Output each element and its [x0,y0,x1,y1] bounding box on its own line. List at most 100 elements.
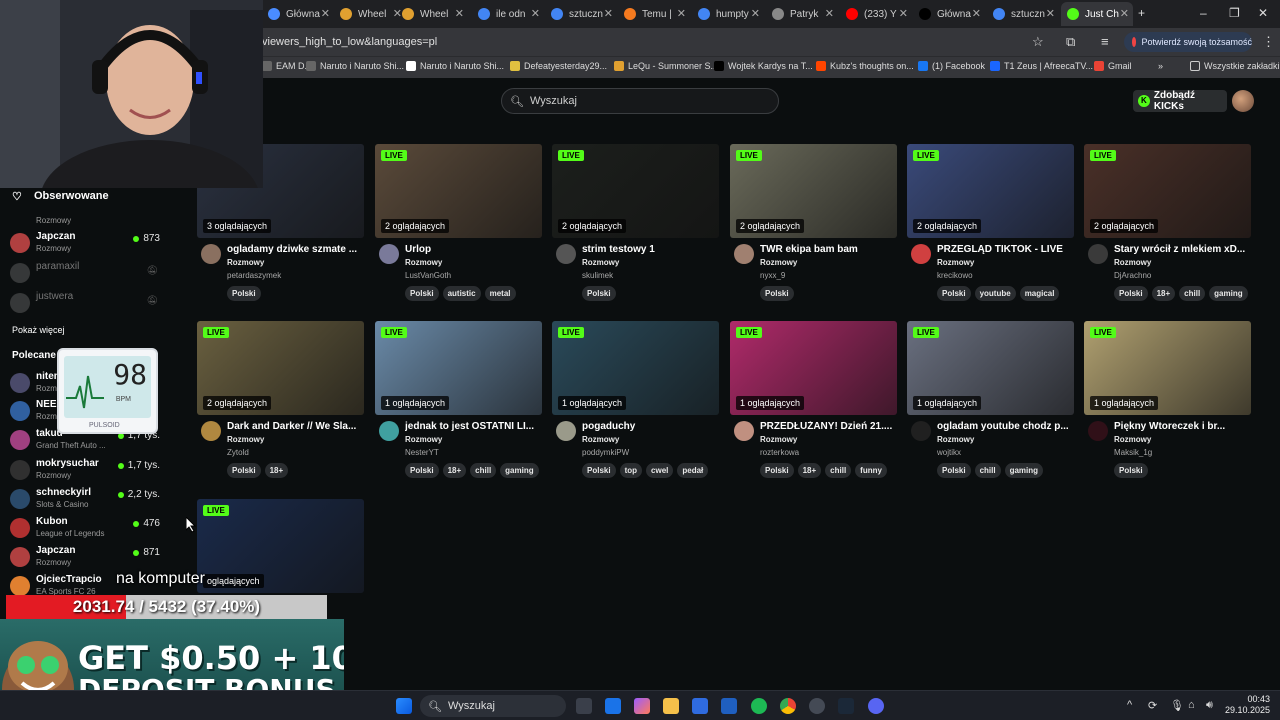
spotify-icon[interactable] [751,698,767,714]
store-icon[interactable] [692,698,708,714]
show-more-link[interactable]: Pokaż więcej [12,325,65,335]
chrome-icon[interactable] [780,698,796,714]
stream-thumbnail[interactable]: LIVE 2 oglądających [1084,144,1251,238]
browser-tab[interactable]: humpty ✕ [692,2,764,26]
stream-tag[interactable]: Polski [582,463,616,478]
stream-title[interactable]: ogladamy dziwke szmate ... [227,244,364,255]
recommended-channel-item[interactable]: Kubon League of Legends 476 [10,515,160,543]
media-icon[interactable]: ≡ [1101,34,1109,49]
close-tab-icon[interactable]: ✕ [321,7,330,20]
minimize-icon[interactable]: – [1200,6,1207,20]
stream-tag[interactable]: Polski [582,286,616,301]
streamer-avatar[interactable] [379,244,399,264]
stream-tag[interactable]: chill [470,463,497,478]
followed-channel-item[interactable]: paramaxil 🔕︎ [10,260,160,288]
streamer-avatar[interactable] [556,421,576,441]
stream-category[interactable]: Rozmowy [582,258,619,267]
steam-icon[interactable] [838,698,854,714]
stream-title[interactable]: pogaduchy [582,421,719,432]
close-window-icon[interactable]: ✕ [1258,6,1268,20]
close-tab-icon[interactable]: ✕ [899,7,908,20]
bookmark-item[interactable]: EAM D... [262,61,312,71]
streamer-avatar[interactable] [556,244,576,264]
bookmark-star-icon[interactable]: ☆ [1032,34,1044,50]
stream-thumbnail[interactable]: LIVE 1 oglądających [1084,321,1251,415]
stream-category[interactable]: Rozmowy [1114,435,1151,444]
stream-category[interactable]: Rozmowy [1114,258,1151,267]
stream-thumbnail[interactable]: LIVE 2 oglądających [730,144,897,238]
copilot-icon[interactable] [634,698,650,714]
bookmark-item[interactable]: LeQu - Summoner S... [614,61,718,71]
stream-thumbnail[interactable]: LIVE 2 oglądających [552,144,719,238]
stream-category[interactable]: Rozmowy [227,258,264,267]
bookmark-item[interactable]: T1 Zeus | AfreecaTV... [990,61,1093,71]
streamer-name[interactable]: Maksik_1g [1114,448,1152,457]
outlook-icon[interactable] [605,698,621,714]
streamer-avatar[interactable] [911,244,931,264]
bookmark-item[interactable]: Defeatyesterday29... [510,61,607,71]
streamer-avatar[interactable] [201,244,221,264]
streamer-name[interactable]: Zytold [227,448,249,457]
stream-category[interactable]: Rozmowy [582,435,619,444]
streamer-avatar[interactable] [734,244,754,264]
system-clock[interactable]: 00:43 29.10.2025 [1225,694,1270,716]
stream-tag[interactable]: Polski [760,463,794,478]
extensions-icon[interactable]: ⧉ [1066,34,1075,50]
verify-identity-button[interactable]: Potwierdź swoją tożsamość [1124,32,1252,52]
user-avatar[interactable] [1232,90,1254,112]
browser-tab[interactable]: Patryk ✕ [766,2,838,26]
streamer-name[interactable]: skulimek [582,271,613,280]
stream-tag[interactable]: metal [484,286,516,301]
stream-tag[interactable]: gaming [500,463,539,478]
bookmark-item[interactable]: Kubz's thoughts on... [816,61,914,71]
streamer-avatar[interactable] [1088,244,1108,264]
task-view-icon[interactable] [576,698,592,714]
browser-tab[interactable]: Just Ch ✕ [1061,2,1133,26]
bookmark-item[interactable]: Wojtek Kardys na T... [714,61,813,71]
close-tab-icon[interactable]: ✕ [677,7,686,20]
browser-tab[interactable]: Główna ✕ [262,2,334,26]
obs-icon[interactable] [809,698,825,714]
bookmark-item[interactable]: (1) Facebook [918,61,985,71]
network-icon[interactable]: ⌂ [1188,699,1195,711]
close-tab-icon[interactable]: ✕ [1046,7,1055,20]
browser-tab[interactable]: ile odn ✕ [472,2,544,26]
stream-tag[interactable]: Polski [405,286,439,301]
stream-tag[interactable]: youtube [974,286,1016,301]
recommended-channel-item[interactable]: mokrysuchar Rozmowy 1,7 tys. [10,457,160,485]
browser-tab[interactable]: sztuczn ✕ [545,2,617,26]
stream-tag[interactable]: 18+ [264,463,289,478]
stream-tag[interactable]: chill [1179,286,1206,301]
sync-icon[interactable]: ⟳ [1148,699,1157,712]
streamer-name[interactable]: DjArachno [1114,271,1151,280]
stream-tag[interactable]: top [619,463,643,478]
taskbar-search[interactable]: 🔍︎ Wyszukaj [420,695,566,717]
stream-tag[interactable]: 18+ [1151,286,1176,301]
stream-tag[interactable]: Polski [760,286,794,301]
streamer-avatar[interactable] [734,421,754,441]
stream-tag[interactable]: Polski [227,463,261,478]
tray-overflow-icon[interactable]: ^ [1127,699,1132,711]
close-tab-icon[interactable]: ✕ [531,7,540,20]
browser-tab[interactable]: sztuczn ✕ [987,2,1059,26]
stream-tag[interactable]: funny [855,463,887,478]
all-bookmarks-link[interactable]: Wszystkie zakładki [1190,61,1280,71]
recommended-channel-item[interactable]: Japczan Rozmowy 871 [10,544,160,572]
streamer-name[interactable]: poddymkiPW [582,448,629,457]
bookmark-item[interactable]: Naruto i Naruto Shi... [406,61,504,71]
streamer-avatar[interactable] [911,421,931,441]
stream-title[interactable]: jednak to jest OSTATNI LI... [405,421,542,432]
stream-category[interactable]: Rozmowy [405,258,442,267]
stream-category[interactable]: Rozmowy [760,435,797,444]
file-explorer-icon[interactable] [663,698,679,714]
stream-title[interactable]: Stary wrócił z mlekiem xD... [1114,244,1251,255]
stream-tag[interactable]: Polski [1114,286,1148,301]
get-kicks-button[interactable]: K Zdobądź KICKs [1133,90,1227,112]
stream-title[interactable]: PRZEGLĄD TIKTOK - LIVE [937,244,1074,255]
stream-tag[interactable]: pedał [677,463,709,478]
stream-thumbnail[interactable]: LIVE oglądających [197,499,364,593]
close-tab-icon[interactable]: ✕ [1120,7,1129,20]
app-icon[interactable] [721,698,737,714]
stream-category[interactable]: Rozmowy [937,435,974,444]
followed-channel-item[interactable]: justwera 🔕︎ [10,290,160,318]
